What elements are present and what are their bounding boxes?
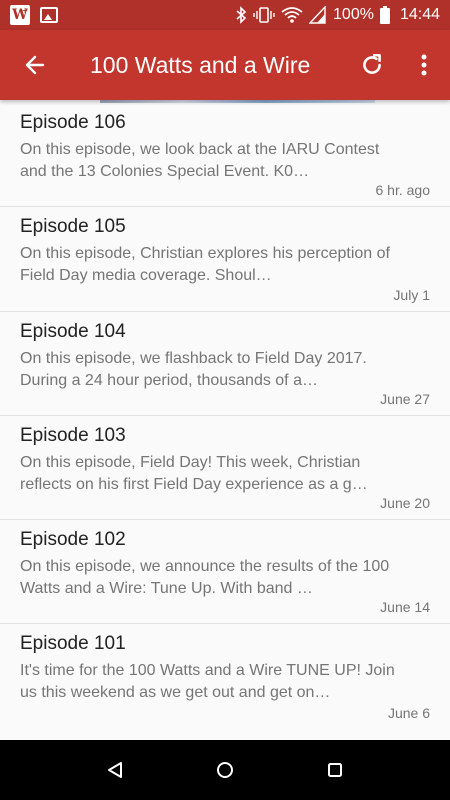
episode-description: It's time for the 100 Watts and a Wire T… xyxy=(20,662,395,702)
refresh-icon xyxy=(363,53,381,74)
image-icon xyxy=(40,7,58,23)
overflow-menu-button[interactable] xyxy=(398,30,450,100)
back-button[interactable] xyxy=(0,30,70,100)
system-navigation-bar xyxy=(0,740,450,800)
nav-back-button[interactable] xyxy=(95,750,135,790)
refresh-button[interactable] xyxy=(346,30,398,100)
wifi-icon xyxy=(281,7,303,23)
episode-date: 6 hr. ago xyxy=(375,182,431,199)
more-vertical-icon xyxy=(421,54,427,76)
episode-list: Episode 106 On this episode, we look bac… xyxy=(0,103,450,740)
episode-item[interactable]: Episode 101 It's time for the 100 Watts … xyxy=(0,624,450,728)
arrow-back-icon xyxy=(25,55,45,75)
vibrate-icon xyxy=(253,7,275,23)
episode-description: On this episode, Field Day! This week, C… xyxy=(20,453,368,493)
square-recents-icon xyxy=(328,763,342,777)
episode-date: July 1 xyxy=(393,286,430,303)
app-toolbar: 100 Watts and a Wire xyxy=(0,30,450,100)
triangle-back-icon xyxy=(108,762,122,778)
battery-percent: 100% xyxy=(333,6,374,23)
episode-item[interactable]: Episode 102 On this episode, we announce… xyxy=(0,520,450,625)
episode-item[interactable]: Episode 104 On this episode, we flashbac… xyxy=(0,312,450,416)
nav-home-button[interactable] xyxy=(205,750,245,790)
episode-description: On this episode, we look back at the IAR… xyxy=(20,141,380,180)
status-bar: W + 100% 14:44 xyxy=(0,0,450,30)
clock: 14:44 xyxy=(399,6,440,23)
episode-date: June 27 xyxy=(380,390,430,407)
episode-title: Episode 101 xyxy=(20,633,126,655)
circle-home-icon xyxy=(217,762,233,778)
episode-title: Episode 105 xyxy=(20,216,126,238)
episode-description: On this episode, we flashback to Field D… xyxy=(20,349,367,389)
page-title: 100 Watts and a Wire xyxy=(90,51,311,78)
episode-title: Episode 104 xyxy=(20,320,126,342)
nav-recents-button[interactable] xyxy=(315,750,355,790)
episode-item[interactable]: Episode 106 On this episode, we look bac… xyxy=(0,103,450,208)
episode-date: June 20 xyxy=(380,495,430,512)
episode-title: Episode 102 xyxy=(20,529,126,551)
episode-item[interactable]: Episode 103 On this episode, Field Day! … xyxy=(0,416,450,521)
episode-title: Episode 103 xyxy=(20,424,126,446)
episode-description: On this episode, Christian explores his … xyxy=(20,245,390,285)
episode-date: June 6 xyxy=(387,704,430,721)
bluetooth-icon xyxy=(236,6,247,24)
signal-icon xyxy=(309,6,326,24)
episode-title: Episode 106 xyxy=(20,112,126,133)
battery-icon xyxy=(379,6,390,24)
episode-description: On this episode, we announce the results… xyxy=(20,558,390,598)
episode-item[interactable]: Episode 105 On this episode, Christian e… xyxy=(0,207,450,312)
episode-date: June 14 xyxy=(380,599,430,616)
word-app-icon: W + xyxy=(10,5,30,25)
